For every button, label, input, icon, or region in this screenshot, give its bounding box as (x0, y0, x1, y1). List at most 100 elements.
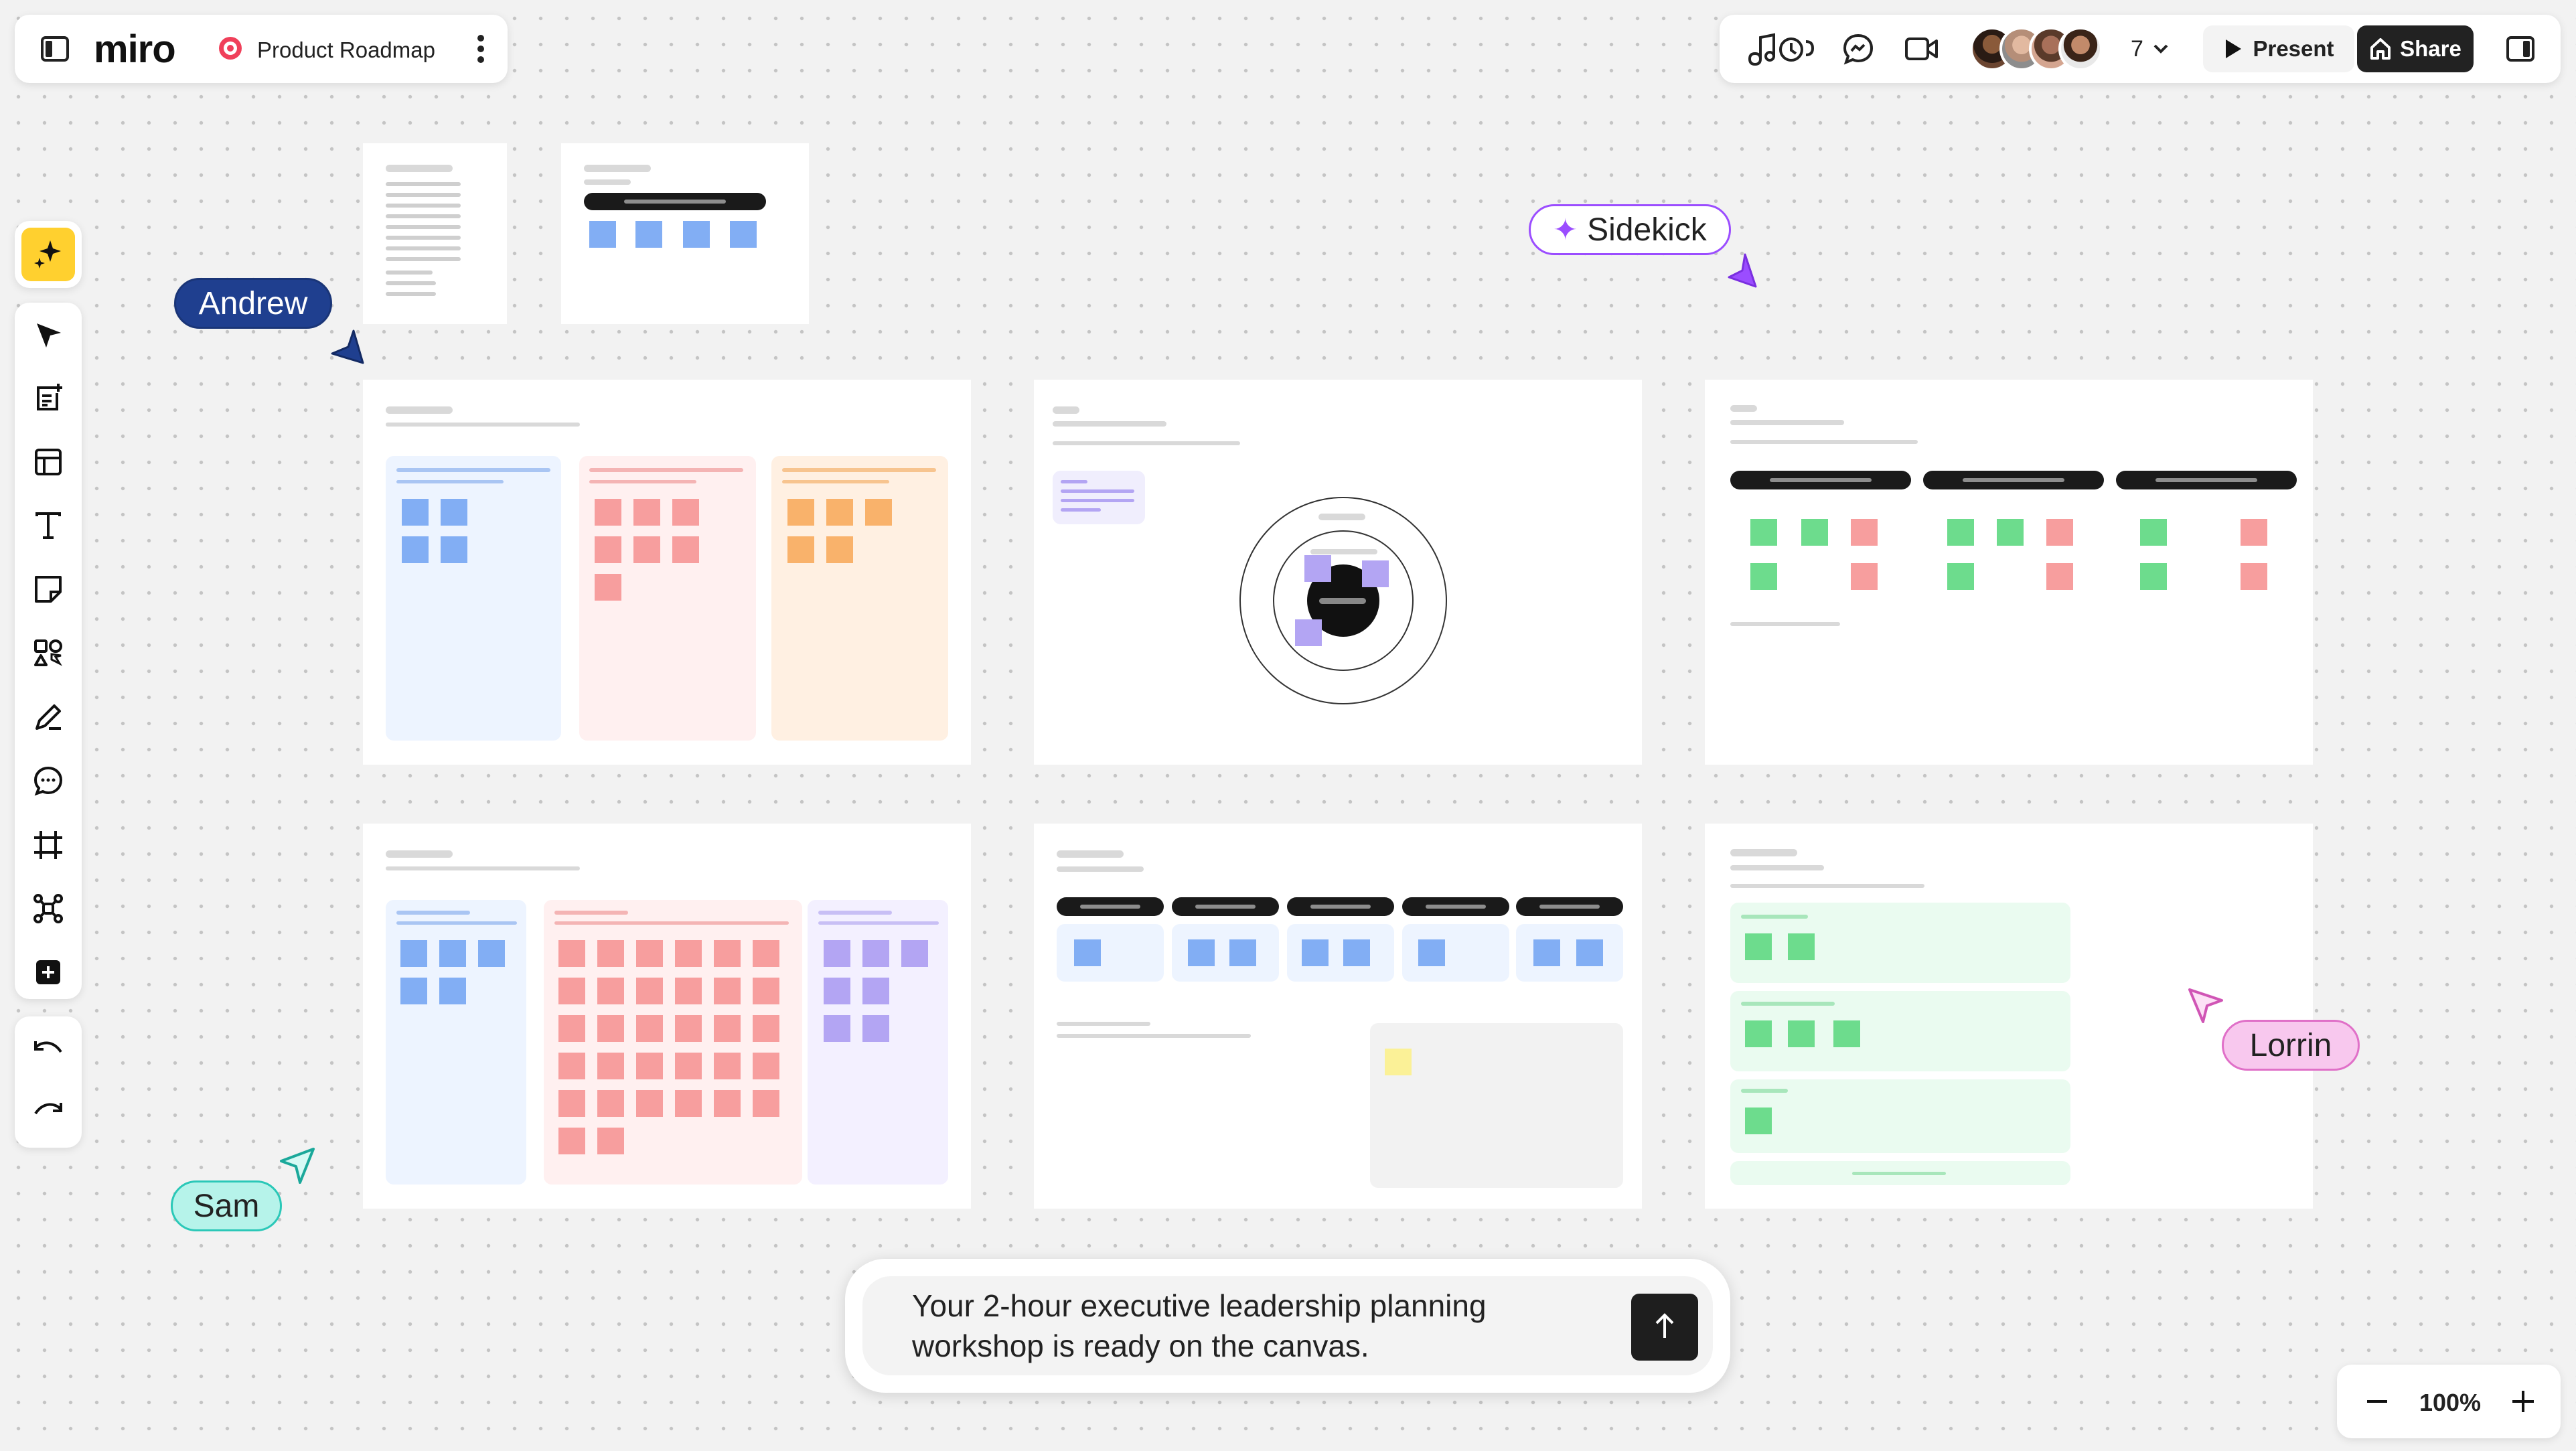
sidekick-cursor-icon (1728, 253, 1757, 288)
miro-logo[interactable]: miro (94, 27, 176, 72)
present-label: Present (2253, 36, 2334, 61)
sticky-note[interactable] (675, 1015, 702, 1042)
sticky-note[interactable] (597, 1090, 624, 1117)
sticky-note[interactable] (714, 1015, 741, 1042)
redo-button[interactable] (15, 1086, 82, 1140)
sticky-note[interactable] (714, 1053, 741, 1079)
sticky-note[interactable] (714, 1090, 741, 1117)
share-label: Share (2400, 36, 2461, 61)
kanban-frame[interactable] (363, 380, 971, 765)
sticky-note[interactable] (636, 978, 663, 1004)
video-icon[interactable] (1903, 32, 1941, 66)
avatar[interactable] (2058, 27, 2103, 71)
zoom-in-icon[interactable] (2507, 1385, 2539, 1418)
ai-sidekick-button[interactable] (21, 228, 75, 281)
sticky-note[interactable] (675, 978, 702, 1004)
sticky-note[interactable] (753, 1015, 779, 1042)
board-canvas[interactable]: Andrew ✦ Sidekick Sam Lorrin (0, 0, 2576, 1451)
sticky-note[interactable] (675, 1053, 702, 1079)
zoom-out-icon[interactable] (2361, 1385, 2393, 1418)
lorrin-cursor-icon (2188, 988, 2223, 1023)
board-icon (216, 33, 245, 63)
sticky-note[interactable] (753, 978, 779, 1004)
sticky-note[interactable] (597, 1128, 624, 1154)
sparkle-icon (33, 238, 64, 272)
sticky-note[interactable] (636, 940, 663, 967)
sticky-note[interactable] (636, 1053, 663, 1079)
board-title[interactable]: Product Roadmap (257, 37, 435, 63)
play-icon (2223, 37, 2243, 60)
select-tool[interactable] (15, 309, 82, 363)
more-vertical-icon[interactable] (467, 33, 494, 64)
sticky-note[interactable] (714, 940, 741, 967)
sticky-note[interactable] (753, 940, 779, 967)
pen-tool[interactable] (15, 692, 82, 745)
reactions-icon[interactable] (1744, 32, 1817, 66)
more-apps-button[interactable] (15, 947, 82, 1000)
sidekick-cursor-label: ✦ Sidekick (1529, 204, 1731, 255)
sticky-note-tool[interactable] (15, 564, 82, 617)
side-panel-icon[interactable] (2504, 35, 2536, 63)
present-button[interactable]: Present (2203, 25, 2354, 72)
sticky-note[interactable] (636, 1090, 663, 1117)
board-header: miro Product Roadmap (15, 15, 508, 83)
sticky-note[interactable] (597, 978, 624, 1004)
chevron-down-icon[interactable] (2151, 39, 2171, 59)
backlog-frame[interactable] (363, 824, 971, 1209)
sticky-note[interactable] (558, 978, 585, 1004)
sticky-note[interactable] (714, 978, 741, 1004)
sticky-note[interactable] (558, 1053, 585, 1079)
undo-icon (33, 1039, 64, 1065)
sam-cursor-label: Sam (171, 1180, 282, 1231)
mind-map-icon (33, 893, 64, 927)
shapes-tool[interactable] (15, 628, 82, 682)
document-frame[interactable] (363, 143, 507, 324)
frame-icon (33, 830, 64, 864)
frame-tool[interactable] (15, 820, 82, 873)
chat-icon[interactable] (1840, 32, 1876, 66)
tools-panel (15, 303, 82, 999)
collaborator-avatars[interactable] (1970, 27, 2104, 71)
sticky-note[interactable] (558, 1128, 585, 1154)
collaborator-count[interactable]: 7 (2131, 36, 2143, 62)
add-icon (35, 959, 62, 989)
cursor-select-icon (33, 319, 64, 354)
send-button[interactable] (1631, 1294, 1698, 1361)
card-frame[interactable] (561, 143, 809, 324)
pen-icon (33, 702, 64, 736)
sticky-note[interactable] (597, 1053, 624, 1079)
sticky-note[interactable] (753, 1090, 779, 1117)
ai-panel (15, 221, 82, 288)
sidekick-name: Sidekick (1587, 212, 1707, 248)
lorrin-cursor-label: Lorrin (2222, 1020, 2360, 1071)
priority-grid-frame[interactable] (1705, 380, 2313, 765)
mind-map-tool[interactable] (15, 883, 82, 937)
panel-toggle-icon[interactable] (40, 35, 70, 62)
send-arrow-icon (1653, 1311, 1676, 1344)
sticky-note[interactable] (675, 940, 702, 967)
andrew-cursor-label: Andrew (174, 278, 332, 329)
sticky-note[interactable] (675, 1090, 702, 1117)
sticky-note[interactable] (558, 1015, 585, 1042)
layout-tool[interactable] (15, 437, 82, 490)
share-icon (2369, 37, 2392, 61)
zoom-level[interactable]: 100% (2413, 1389, 2487, 1417)
shapes-icon (33, 638, 64, 672)
sticky-note[interactable] (558, 940, 585, 967)
comment-tool[interactable] (15, 755, 82, 809)
text-icon (34, 511, 62, 544)
sidekick-message-text: Your 2-hour executive leadership plannin… (912, 1288, 1487, 1363)
text-tool[interactable] (15, 500, 82, 554)
timeline-frame[interactable] (1034, 824, 1642, 1209)
sticky-note[interactable] (597, 1015, 624, 1042)
undo-button[interactable] (15, 1024, 82, 1078)
sticky-note[interactable] (558, 1090, 585, 1117)
sticky-note[interactable] (753, 1053, 779, 1079)
sticky-note[interactable] (636, 1015, 663, 1042)
sticky-note[interactable] (597, 940, 624, 967)
target-diagram-frame[interactable] (1034, 380, 1642, 765)
collaboration-toolbar: 7 Present Share (1720, 15, 2561, 83)
templates-tool[interactable] (15, 372, 82, 426)
sam-cursor-icon (280, 1148, 315, 1184)
share-button[interactable]: Share (2357, 25, 2474, 72)
